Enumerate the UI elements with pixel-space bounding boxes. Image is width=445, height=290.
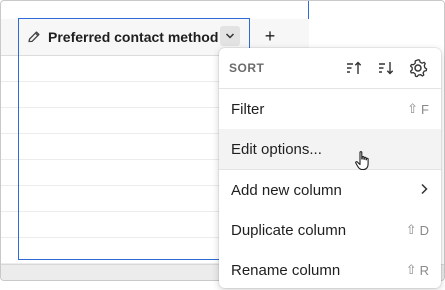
column-context-menu: SORT Filter ⇧ F Edit options... Add new … — [219, 48, 441, 288]
column-title: Preferred contact method — [48, 29, 219, 45]
chevron-down-icon — [225, 27, 235, 45]
gear-icon[interactable] — [405, 56, 431, 80]
sort-ascending-icon[interactable] — [341, 56, 367, 80]
shift-icon: ⇧ — [405, 222, 417, 237]
sort-descending-icon[interactable] — [373, 56, 399, 80]
menu-item-filter[interactable]: Filter ⇧ F — [219, 89, 441, 129]
menu-item-edit-options[interactable]: Edit options... — [219, 129, 441, 169]
column-menu-button[interactable] — [220, 26, 240, 46]
sort-section: SORT — [219, 48, 441, 89]
plus-icon: + — [264, 25, 276, 46]
menu-item-rename-column[interactable]: Rename column ⇧ R — [219, 250, 441, 290]
menu-item-duplicate-column[interactable]: Duplicate column ⇧ D — [219, 210, 441, 250]
column-divider — [308, 1, 309, 19]
sort-label: SORT — [229, 61, 265, 75]
chevron-right-icon — [419, 182, 429, 199]
shift-icon: ⇧ — [405, 262, 417, 277]
shift-icon: ⇧ — [407, 101, 419, 116]
selected-column-outline — [18, 18, 250, 260]
menu-item-add-new-column[interactable]: Add new column — [219, 170, 441, 210]
column-header[interactable]: Preferred contact method — [20, 24, 218, 50]
shortcut-hint: ⇧ D — [405, 222, 429, 238]
shortcut-hint: ⇧ R — [405, 262, 429, 278]
shortcut-hint: ⇧ F — [407, 101, 429, 117]
hand-cursor-icon — [354, 150, 372, 172]
pencil-icon — [26, 29, 42, 45]
add-column-button[interactable]: + — [258, 24, 282, 48]
